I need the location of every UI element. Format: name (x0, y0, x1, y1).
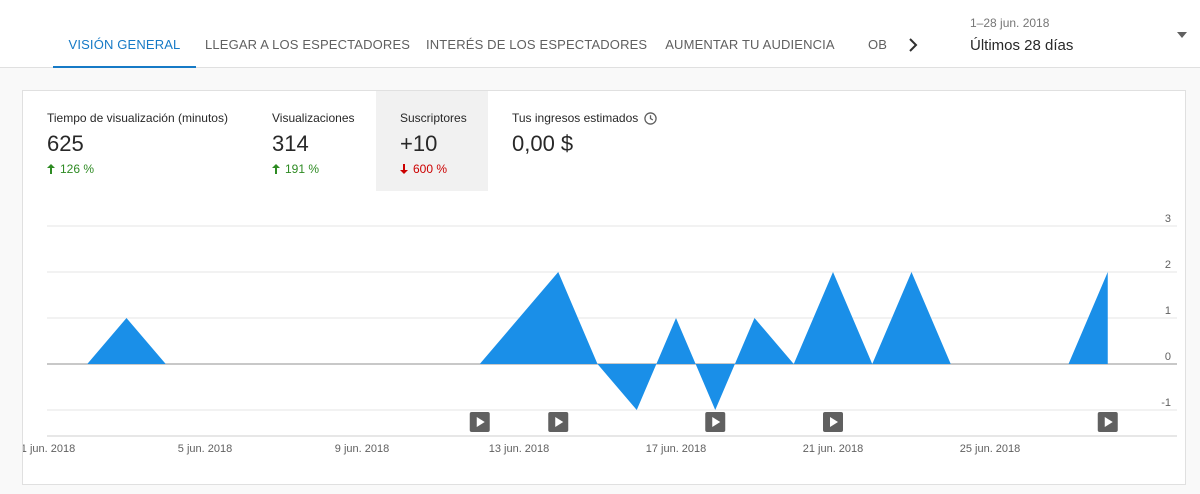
top-navigation: VISIÓN GENERAL LLEGAR A LOS ESPECTADORES… (0, 0, 1200, 68)
analytics-card: Tiempo de visualización (minutos) 625 12… (22, 90, 1186, 485)
x-tick-label: 17 jun. 2018 (646, 443, 707, 455)
video-marker-icon[interactable] (823, 412, 843, 432)
date-range-selector[interactable]: 1–28 jun. 2018 Últimos 28 días (970, 12, 1190, 60)
x-tick-label: 5 jun. 2018 (178, 443, 232, 455)
x-tick-label: 1 jun. 2018 (23, 443, 75, 455)
x-tick-label: 9 jun. 2018 (335, 443, 389, 455)
dropdown-arrow-icon (1177, 32, 1187, 38)
video-marker-icon[interactable] (548, 412, 569, 432)
tab-llegar-espectadores[interactable]: LLEGAR A LOS ESPECTADORES (205, 22, 410, 67)
y-tick-label: -1 (1161, 397, 1171, 409)
video-marker-icon[interactable] (1097, 412, 1118, 432)
date-range-dates: 1–28 jun. 2018 (970, 16, 1050, 30)
y-tick-label: 2 (1165, 259, 1171, 271)
chevron-right-icon[interactable] (901, 33, 925, 57)
date-range-label: Últimos 28 días (970, 37, 1074, 54)
tab-vision-general[interactable]: VISIÓN GENERAL (53, 22, 196, 68)
subscribers-chart: 3 2 1 0 -1 1 jun. 2018 5 jun. 2018 9 jun. 2018 1… (23, 213, 1177, 455)
x-tick-label: 25 jun. 2018 (960, 443, 1021, 455)
y-tick-label: 0 (1165, 351, 1171, 363)
video-marker-icon[interactable] (469, 412, 490, 432)
y-tick-label: 1 (1165, 305, 1171, 317)
x-tick-label: 21 jun. 2018 (803, 443, 864, 455)
tab-aumentar-audiencia[interactable]: AUMENTAR TU AUDIENCIA (660, 22, 840, 67)
x-tick-label: 13 jun. 2018 (489, 443, 550, 455)
tab-interes-espectadores[interactable]: INTERÉS DE LOS ESPECTADORES (426, 22, 647, 67)
series-area (48, 272, 1108, 410)
tab-truncated[interactable]: OB (868, 22, 892, 67)
video-marker-icon[interactable] (705, 412, 726, 432)
y-tick-label: 3 (1165, 213, 1171, 225)
